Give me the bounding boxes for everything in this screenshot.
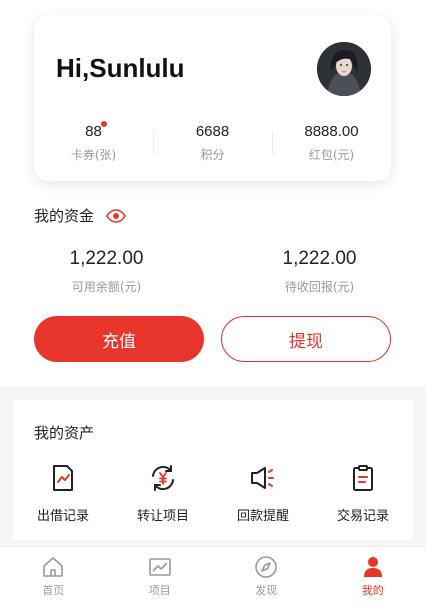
user-icon [363, 557, 382, 577]
transaction-record-icon [353, 465, 373, 491]
lending-record-icon [53, 465, 73, 491]
funds-title-text: 我的资金 [34, 207, 95, 225]
chart-icon [148, 558, 171, 576]
profile-card: Hi,Sunlulu 88 卡券(张) 6688 积分 8888.00 红包(元… [34, 15, 391, 181]
eye-icon[interactable] [106, 208, 126, 223]
stat-red-packets-value: 8888.00 [304, 123, 359, 140]
profile-stats: 88 卡券(张) 6688 积分 8888.00 红包(元) [34, 121, 391, 167]
stat-coupons-label: 卡券(张) [70, 148, 117, 162]
asset-transaction-record[interactable]: 交易记录 [313, 464, 413, 524]
assets-section-title: 我的资产 [34, 424, 95, 442]
pending-returns: 1,222.00 待收回报(元) [213, 248, 426, 295]
stat-red-packets-label: 红包(元) [308, 148, 355, 162]
recharge-button[interactable]: 充值 [34, 316, 204, 362]
funds-summary: 1,222.00 可用余额(元) 1,222.00 待收回报(元) [0, 248, 426, 295]
tab-home[interactable]: 首页 [0, 547, 107, 616]
transfer-project-icon [152, 465, 174, 491]
stat-points-value: 6688 [195, 123, 230, 140]
bottom-tab-bar: 首页 项目 发现 我的 [0, 546, 426, 616]
stat-points-label: 积分 [200, 148, 225, 162]
repayment-reminder-icon [251, 467, 274, 489]
stat-points[interactable]: 6688 积分 [153, 121, 272, 167]
stat-coupons[interactable]: 88 卡券(张) [34, 121, 153, 167]
asset-repayment-reminder-label: 回款提醒 [236, 509, 289, 524]
avatar[interactable] [317, 42, 371, 96]
available-balance-label: 可用余额(元) [71, 280, 142, 294]
tab-mine[interactable]: 我的 [320, 547, 426, 616]
tab-discover-label: 发现 [255, 584, 278, 597]
asset-transfer-project[interactable]: 转让项目 [113, 464, 213, 524]
asset-lending-record-label: 出借记录 [36, 509, 89, 524]
funds-section-title: 我的资金 [34, 205, 126, 226]
stat-red-packets[interactable]: 8888.00 红包(元) [272, 121, 391, 167]
notification-dot [100, 121, 107, 127]
pending-returns-label: 待收回报(元) [284, 280, 355, 294]
home-icon [43, 557, 64, 577]
account-header-area: Hi,Sunlulu 88 卡券(张) 6688 积分 8888.00 红包(元… [0, 0, 426, 386]
tab-home-label: 首页 [42, 584, 65, 597]
greeting-text: Hi,Sunlulu [56, 53, 185, 83]
pending-returns-value: 1,222.00 [282, 248, 357, 269]
tab-mine-label: 我的 [361, 584, 384, 597]
tab-projects[interactable]: 项目 [107, 547, 214, 616]
stat-coupons-value: 88 [85, 123, 102, 140]
asset-transaction-record-label: 交易记录 [336, 509, 389, 524]
tab-discover[interactable]: 发现 [213, 547, 320, 616]
available-balance-value: 1,222.00 [69, 248, 144, 269]
withdraw-button[interactable]: 提现 [221, 316, 391, 362]
avatar-image [317, 42, 371, 96]
asset-lending-record[interactable]: 出借记录 [13, 464, 113, 524]
tab-projects-label: 项目 [148, 584, 171, 597]
compass-icon [255, 556, 278, 578]
assets-shortcuts: 出借记录 转让项目 回款提醒 交易记录 [13, 464, 413, 524]
asset-repayment-reminder[interactable]: 回款提醒 [213, 464, 313, 524]
assets-card: 我的资产 出借记录 转让项目 回款提醒 交易记录 [13, 400, 413, 540]
available-balance: 1,222.00 可用余额(元) [0, 248, 213, 295]
asset-transfer-project-label: 转让项目 [136, 509, 189, 524]
